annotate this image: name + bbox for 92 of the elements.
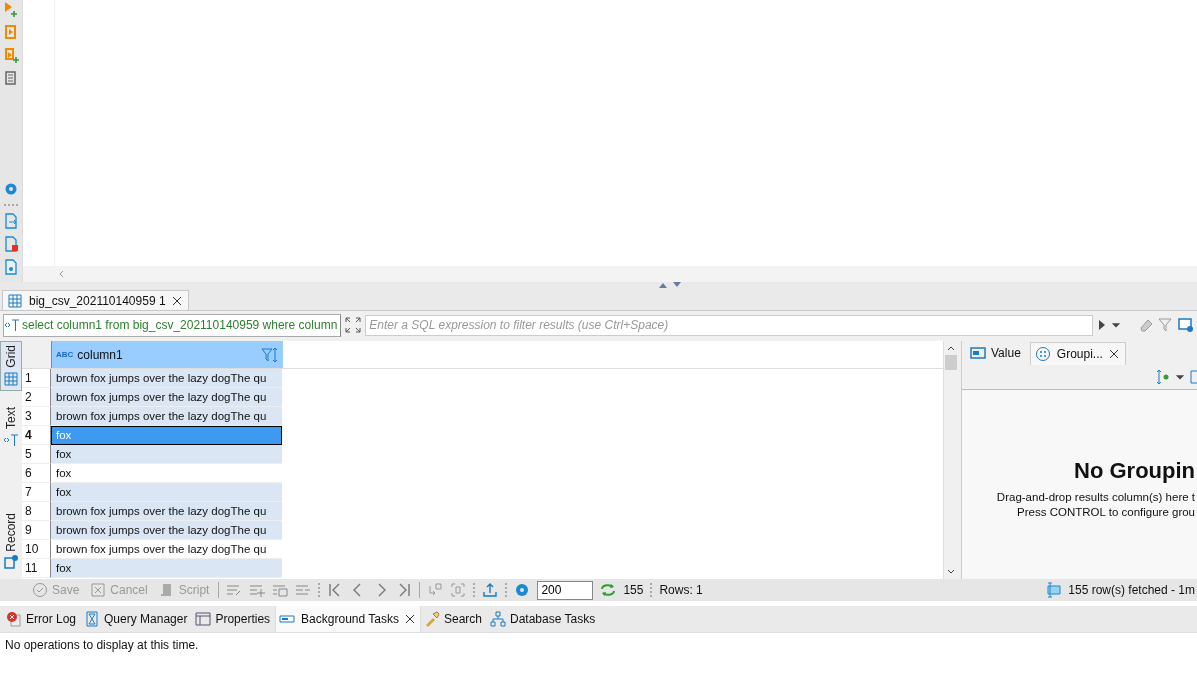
results-tab[interactable]: big_csv_202110140959 1	[2, 290, 189, 310]
table-cell[interactable]: brown fox jumps over the lazy dogThe qu	[51, 407, 282, 426]
cancel-icon	[90, 582, 107, 598]
run-add-icon[interactable]	[3, 1, 19, 17]
row-number[interactable]: 3	[22, 407, 51, 426]
view-tab[interactable]: Grid	[0, 341, 22, 391]
sort-settings-icon[interactable]	[1155, 369, 1171, 385]
type-label: ABC	[56, 350, 74, 359]
grid-icon	[3, 370, 19, 387]
scroll-down-icon[interactable]	[947, 567, 955, 575]
scroll-left-icon[interactable]	[58, 270, 66, 278]
link-icon[interactable]	[427, 582, 444, 598]
empty-state-text: Drag-and-drop results column(s) here t	[996, 490, 1195, 505]
bottom-tab[interactable]: Properties	[192, 606, 276, 632]
scroll-thumb[interactable]	[945, 355, 957, 370]
script-add-icon[interactable]	[3, 47, 19, 63]
table-cell[interactable]: fox	[51, 445, 282, 464]
record-icon	[3, 554, 19, 571]
row-number[interactable]: 2	[22, 388, 51, 407]
table-icon	[195, 611, 212, 627]
empty-state-text: Press CONTROL to configure grou	[1017, 505, 1195, 520]
value-panel-icon	[970, 345, 986, 361]
bottom-tab[interactable]: Background Tasks	[275, 606, 421, 632]
grouping-icon	[1034, 346, 1051, 362]
document-icon[interactable]	[3, 70, 19, 86]
bottom-tab[interactable]: Error Log	[3, 606, 82, 632]
row-count: 155	[623, 583, 644, 597]
column-header[interactable]: ABC column1	[52, 341, 283, 368]
row-number[interactable]: 8	[22, 502, 51, 521]
delete-row-icon[interactable]	[295, 582, 312, 598]
row-number[interactable]: 5	[22, 445, 51, 464]
expand-icon[interactable]	[345, 317, 362, 333]
file-error-icon[interactable]	[3, 236, 19, 252]
check-circle-icon	[32, 582, 48, 598]
table-cell[interactable]: brown fox jumps over the lazy dogThe qu	[51, 502, 282, 521]
panel-tab[interactable]: Groupi...	[1029, 342, 1126, 365]
settings-icon[interactable]	[514, 582, 531, 598]
bottom-tab[interactable]: Database Tasks	[487, 606, 601, 632]
panel-toggle-icon[interactable]	[1045, 582, 1062, 598]
export-icon[interactable]	[482, 582, 499, 598]
table-cell[interactable]: brown fox jumps over the lazy dogThe qu	[51, 521, 282, 540]
eraser-icon[interactable]	[1138, 317, 1154, 333]
close-icon[interactable]	[1108, 349, 1119, 359]
bottom-tab[interactable]: Query Manager	[81, 606, 193, 632]
file-variable-icon[interactable]	[3, 259, 19, 275]
horizontal-scrollbar[interactable]	[23, 266, 1197, 282]
focus-icon[interactable]	[450, 582, 467, 598]
close-icon[interactable]	[404, 614, 415, 624]
tab-label: big_csv_202110140959 1	[29, 293, 166, 308]
filter-field[interactable]: Enter a SQL expression to filter results (use Ctrl+Space)	[365, 314, 1094, 336]
table-settings-icon[interactable]	[1178, 317, 1194, 333]
export-icon[interactable]	[3, 213, 19, 229]
row-number[interactable]: 4	[22, 426, 51, 445]
grid-icon	[7, 292, 23, 309]
refresh-icon[interactable]	[600, 582, 617, 598]
sash-arrows-icon[interactable]	[658, 282, 681, 288]
add-row-icon[interactable]	[249, 582, 266, 598]
column-name: column1	[77, 347, 123, 362]
copy-row-icon[interactable]	[272, 582, 289, 598]
row-number[interactable]: 6	[22, 464, 51, 483]
hourglass-icon	[84, 611, 101, 627]
view-tab[interactable]: Record	[0, 508, 22, 575]
query-text[interactable]: select column1 from big_csv_202110140959 where column	[3, 313, 342, 337]
table-cell[interactable]: brown fox jumps over the lazy dogThe qu	[51, 369, 282, 388]
empty-state-title: No Groupin	[1074, 458, 1195, 484]
table-cell[interactable]: brown fox jumps over the lazy dogThe qu	[51, 388, 282, 407]
fetch-size-field[interactable]: 200	[537, 580, 594, 600]
panel-tab[interactable]: Value	[965, 341, 1028, 365]
filter-sort-icon[interactable]	[261, 346, 279, 363]
rows-label: Rows: 1	[659, 583, 703, 597]
script-run-icon[interactable]	[3, 24, 19, 40]
row-number[interactable]: 9	[22, 521, 51, 540]
table-cell[interactable]: fox	[51, 559, 282, 578]
text-cursor-icon	[3, 431, 19, 448]
settings-icon[interactable]	[3, 181, 19, 197]
status-message: No operations to display at this time.	[5, 638, 199, 652]
row-number[interactable]: 7	[22, 483, 51, 502]
text-cursor-icon	[4, 317, 20, 333]
close-icon[interactable]	[171, 295, 182, 306]
hierarchy-icon	[490, 611, 506, 627]
filter-icon[interactable]	[1158, 317, 1174, 333]
scroll-up-icon[interactable]	[947, 345, 955, 353]
view-tab[interactable]: Text	[0, 402, 22, 452]
error-log-icon	[6, 611, 22, 627]
vertical-scrollbar[interactable]	[943, 341, 958, 579]
row-number[interactable]: 1	[22, 369, 51, 388]
edit-row-icon[interactable]	[226, 582, 243, 598]
status-text: 155 row(s) fetched - 1m	[1068, 583, 1195, 597]
row-number[interactable]: 11	[22, 559, 51, 578]
table-cell[interactable]: fox	[51, 483, 282, 502]
bottom-tab[interactable]: Search	[420, 606, 487, 632]
row-number[interactable]: 10	[22, 540, 51, 559]
